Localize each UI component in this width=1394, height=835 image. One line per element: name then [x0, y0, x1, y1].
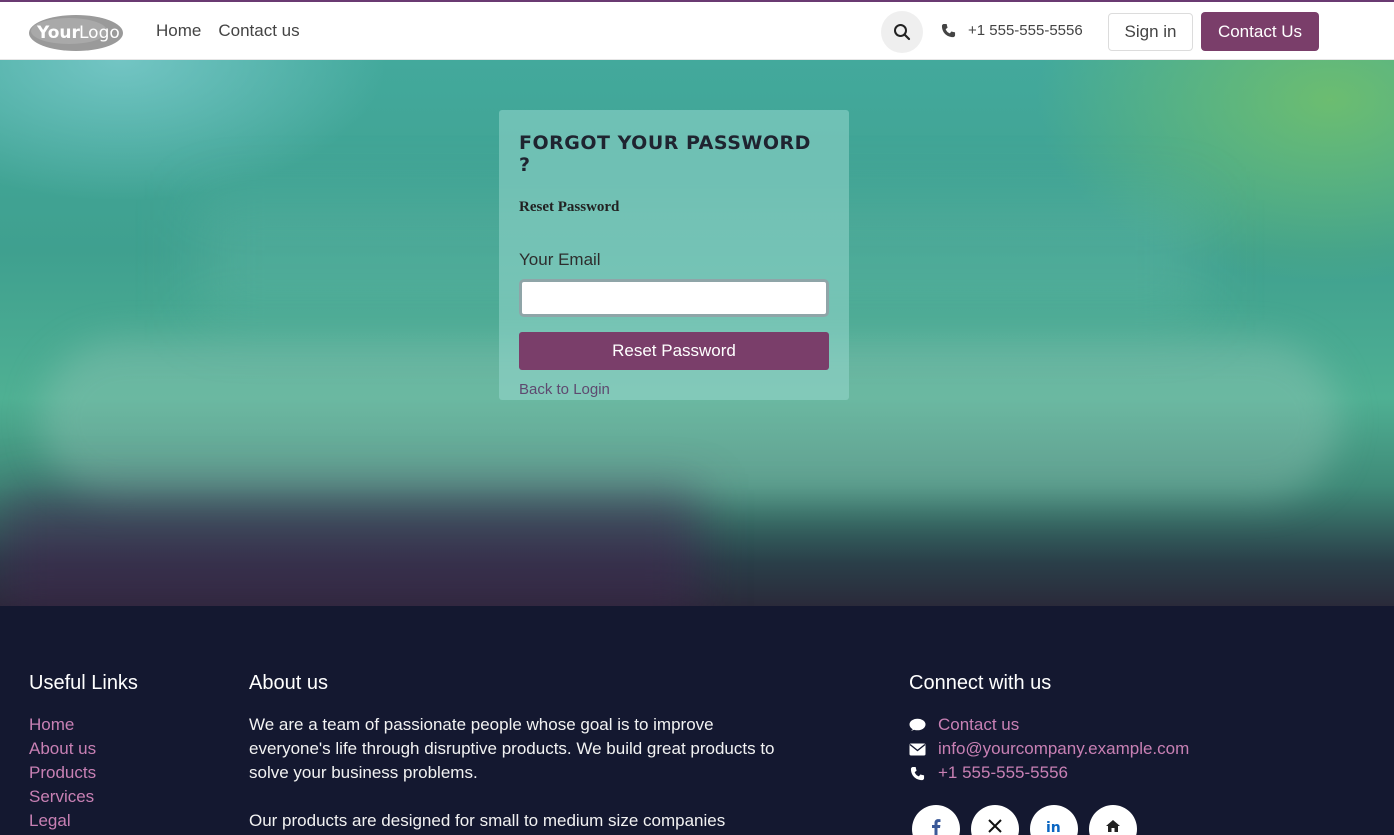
svg-text:in: in	[1046, 820, 1061, 834]
connect-email[interactable]: info@yourcompany.example.com	[909, 737, 1189, 761]
facebook-icon	[932, 819, 941, 835]
linkedin-button[interactable]: in	[1030, 805, 1078, 835]
header-phone[interactable]: +1 555-555-5556	[941, 22, 1083, 39]
phone-icon	[941, 23, 956, 38]
reset-password-card: FORGOT YOUR PASSWORD ? Reset Password Yo…	[499, 110, 849, 400]
footer-link-legal[interactable]: Legal	[29, 809, 138, 833]
useful-links-heading: Useful Links	[29, 672, 138, 694]
x-button[interactable]	[971, 805, 1019, 835]
footer-link-home[interactable]: Home	[29, 713, 138, 737]
header-phone-text: +1 555-555-5556	[968, 22, 1083, 39]
footer-link-products[interactable]: Products	[29, 761, 138, 785]
site-logo[interactable]: Your Logo	[29, 12, 125, 52]
svg-text:Your: Your	[36, 23, 81, 43]
home-button[interactable]	[1089, 805, 1137, 835]
connect-contact-us[interactable]: Contact us	[909, 713, 1189, 737]
email-label: Your Email	[519, 250, 601, 269]
contact-us-button[interactable]: Contact Us	[1201, 12, 1319, 51]
site-header: Your Logo Home Contact us +1 555-555-555…	[0, 2, 1394, 60]
useful-links-column: Useful Links Home About us Products Serv…	[29, 672, 138, 833]
about-heading: About us	[249, 672, 328, 694]
about-text: Our products are designed for small to m…	[249, 811, 726, 830]
phone-icon	[909, 766, 926, 781]
search-icon	[894, 24, 911, 41]
search-button[interactable]	[881, 11, 923, 53]
connect-list: Contact us info@yourcompany.example.com …	[909, 713, 1189, 785]
hero-blur	[0, 490, 700, 606]
x-icon	[988, 819, 1002, 833]
svg-text:Logo: Logo	[79, 23, 120, 43]
main-nav: Home Contact us	[156, 21, 300, 41]
nav-home[interactable]: Home	[156, 21, 201, 41]
reset-password-button[interactable]: Reset Password	[519, 332, 829, 370]
footer-link-about[interactable]: About us	[29, 737, 138, 761]
hero-background: FORGOT YOUR PASSWORD ? Reset Password Yo…	[0, 60, 1394, 606]
about-column: About us We are a team of passionate peo…	[249, 672, 779, 833]
linkedin-icon: in	[1046, 820, 1061, 834]
social-links: in	[912, 805, 1189, 835]
connect-column: Connect with us Contact us info@yourcomp…	[909, 672, 1189, 835]
facebook-button[interactable]	[912, 805, 960, 835]
comment-icon	[909, 718, 926, 733]
footer-link-services[interactable]: Services	[29, 785, 138, 809]
connect-label: Contact us	[938, 715, 1020, 734]
connect-heading: Connect with us	[909, 672, 1052, 694]
back-to-login-link[interactable]: Back to Login	[519, 381, 829, 398]
home-icon	[1106, 820, 1120, 832]
connect-phone[interactable]: +1 555-555-5556	[909, 761, 1189, 785]
email-input[interactable]	[519, 279, 829, 317]
sign-in-button[interactable]: Sign in	[1108, 13, 1193, 51]
form-subtitle: Reset Password	[519, 199, 620, 215]
site-footer: Useful Links Home About us Products Serv…	[0, 606, 1394, 835]
about-text: We are a team of passionate people whose…	[249, 715, 775, 782]
envelope-icon	[909, 743, 926, 756]
nav-contact-us[interactable]: Contact us	[218, 21, 299, 41]
page-title: FORGOT YOUR PASSWORD ?	[519, 132, 811, 176]
connect-label: info@yourcompany.example.com	[938, 739, 1190, 758]
connect-label: +1 555-555-5556	[938, 763, 1068, 782]
useful-links-list: Home About us Products Services Legal	[29, 713, 138, 833]
